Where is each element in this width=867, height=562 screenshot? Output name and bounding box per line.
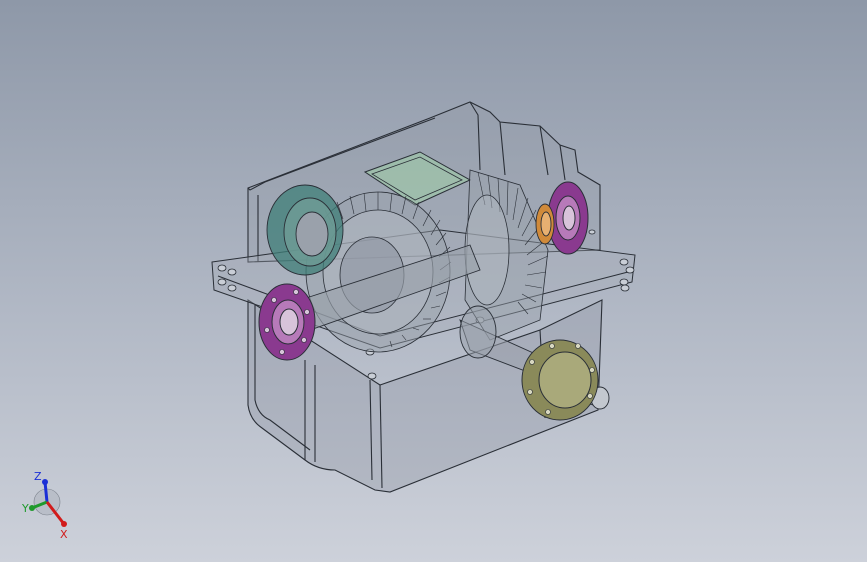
z-axis-label: Z bbox=[34, 470, 42, 483]
y-axis-label: Y bbox=[21, 502, 29, 515]
z-axis-icon bbox=[43, 481, 49, 503]
orientation-triad[interactable]: Z Y X bbox=[12, 462, 82, 547]
left-purple-flange bbox=[258, 283, 316, 361]
orange-bearing-ring bbox=[535, 203, 555, 245]
left-bearing bbox=[266, 184, 344, 276]
x-axis-label: X bbox=[60, 528, 68, 541]
cad-viewport[interactable]: Z Y X bbox=[0, 0, 867, 562]
gearbox-model[interactable] bbox=[0, 0, 867, 562]
output-bronze-flange bbox=[521, 339, 599, 421]
